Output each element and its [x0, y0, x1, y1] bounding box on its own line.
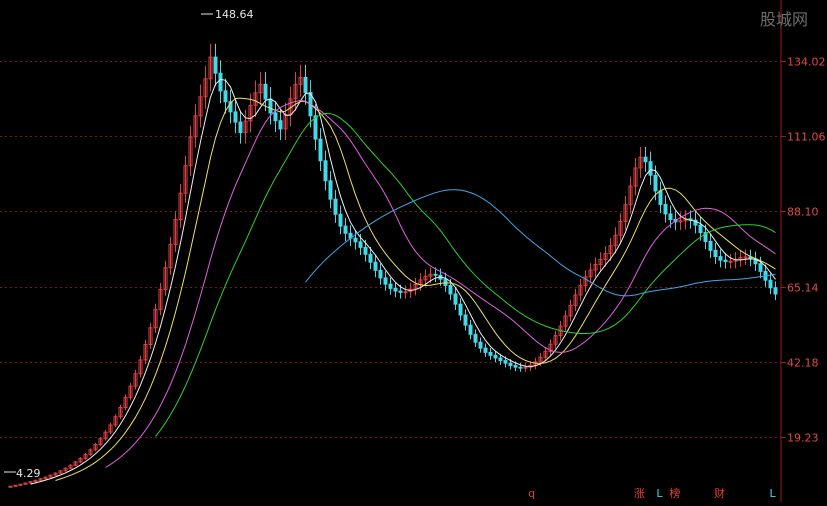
candle-body: [263, 83, 268, 100]
candle-body: [718, 256, 723, 261]
candle-body: [453, 293, 458, 305]
grid-layer: [0, 61, 786, 438]
candle-body: [713, 249, 718, 258]
y-tick-label: 88.10: [787, 206, 819, 219]
candle-body: [458, 303, 463, 316]
candle-body: [368, 253, 373, 263]
moving-average-layer: [30, 78, 776, 485]
candle-body: [468, 324, 473, 335]
candle-body: [643, 156, 648, 163]
y-tick-labels: 134.02 111.06 88.10 65.14 42.18 19.23: [787, 56, 826, 445]
candle-body: [273, 112, 278, 122]
candle-body: [773, 287, 778, 295]
candle-body: [213, 56, 218, 74]
candle-body: [473, 333, 478, 343]
candle-body: [303, 76, 308, 94]
candle-body: [363, 246, 368, 255]
candle-body: [353, 237, 358, 243]
candle-body: [498, 357, 503, 362]
event-marker: 榜: [669, 486, 680, 500]
y-tick-label: 65.14: [787, 282, 819, 295]
label-layer: 股城网 148.64 4.29: [4, 8, 808, 480]
chart-canvas: 股城网 148.64 4.29 134.02 111.06 88.10 65.14 42…: [0, 0, 826, 502]
candle-body: [18, 483, 23, 486]
candle-body: [518, 366, 523, 369]
candle-body: [233, 111, 238, 123]
candle-body: [463, 314, 468, 326]
candle-body: [478, 341, 483, 349]
stock-candlestick-chart: 股城网 148.64 4.29 134.02 111.06 88.10 65.14 42…: [0, 0, 827, 502]
candle-body: [768, 279, 773, 289]
event-marker: L: [656, 487, 663, 500]
candle-body: [523, 366, 528, 369]
y-tick-label: 134.02: [787, 56, 826, 69]
candle-body: [648, 161, 653, 176]
candle-body: [508, 362, 513, 367]
candle-body: [758, 263, 763, 272]
candle-body: [698, 224, 703, 234]
candle-body: [358, 241, 363, 248]
candle-body: [728, 260, 733, 263]
candle-body: [278, 120, 283, 130]
candle-body: [723, 259, 728, 262]
event-marker: q: [528, 487, 535, 500]
y-tick-label: 42.18: [787, 357, 819, 370]
candle-layer: [8, 43, 778, 488]
candle-body: [663, 203, 668, 215]
low-price-label: 4.29: [16, 467, 41, 480]
candle-body: [743, 256, 748, 259]
candle-body: [668, 213, 673, 221]
candle-body: [378, 269, 383, 279]
y-tick-label: 19.23: [787, 432, 819, 445]
candle-body: [383, 277, 388, 285]
candle-body: [13, 484, 18, 487]
candle-body: [318, 138, 323, 162]
candle-body: [223, 90, 228, 103]
y-tick-label: 111.06: [787, 131, 826, 144]
candle-body: [328, 180, 333, 200]
candle-body: [268, 98, 273, 114]
candle-body: [398, 290, 403, 293]
event-marker: 涨: [634, 487, 645, 500]
event-marker: L: [770, 487, 777, 500]
candle-body: [393, 287, 398, 292]
candle-body: [658, 190, 663, 205]
candle-body: [8, 485, 13, 488]
candle-body: [333, 198, 338, 215]
candle-body: [488, 351, 493, 356]
watermark: 股城网: [760, 10, 808, 29]
event-markers: q涨L榜财L: [528, 486, 776, 500]
candle-body: [343, 225, 348, 234]
event-marker: 财: [714, 486, 725, 500]
candle-body: [403, 291, 408, 294]
candle-body: [678, 220, 683, 223]
candle-body: [708, 240, 713, 251]
candle-body: [388, 283, 393, 289]
candle-body: [218, 72, 223, 92]
candle-body: [493, 354, 498, 359]
candle-body: [338, 213, 343, 227]
ma30-line: [155, 112, 776, 437]
candle-body: [323, 160, 328, 182]
candle-body: [313, 115, 318, 140]
candle-body: [513, 365, 518, 368]
candle-body: [448, 284, 453, 295]
ma5-line: [30, 78, 776, 485]
candle-body: [653, 174, 658, 192]
candle-body: [503, 360, 508, 364]
candle-body: [373, 261, 378, 271]
candle-body: [483, 347, 488, 353]
candle-body: [433, 273, 438, 276]
candle-body: [238, 121, 243, 134]
high-price-label: 148.64: [215, 8, 254, 21]
